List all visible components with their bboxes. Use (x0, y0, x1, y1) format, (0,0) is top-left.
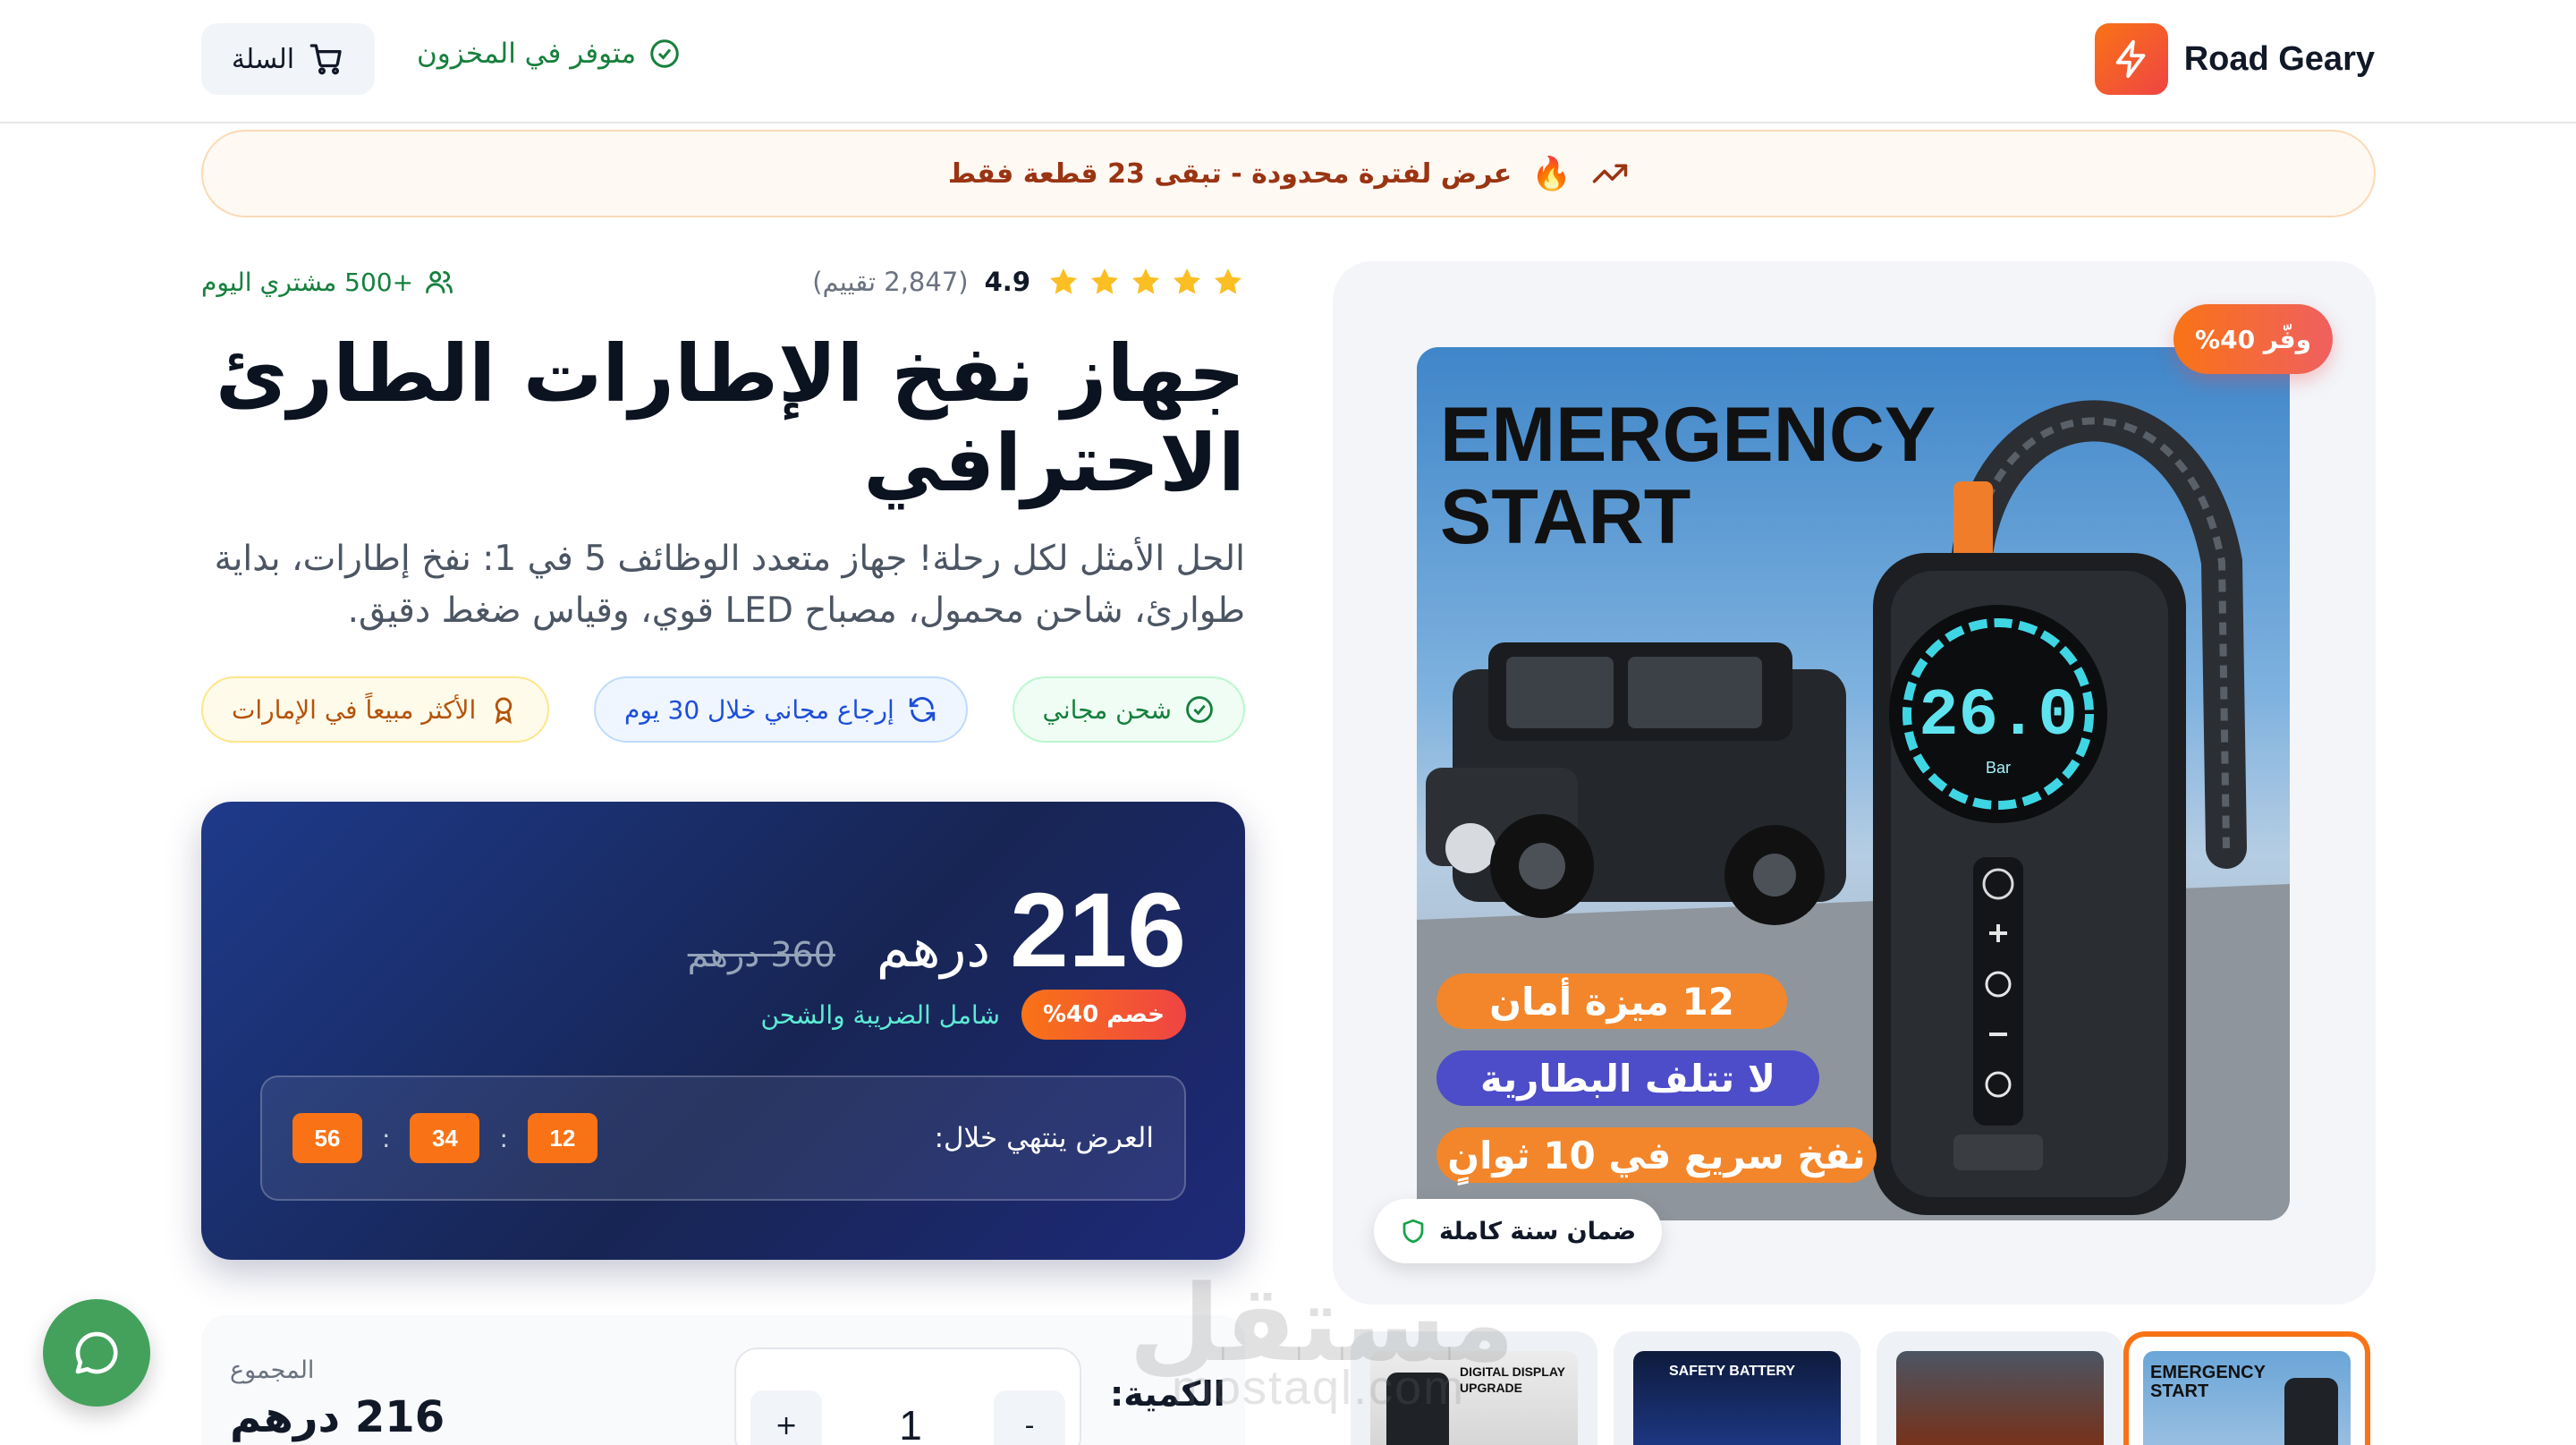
countdown-timer: 56 : 34 : 12 (292, 1113, 597, 1163)
badge-free-shipping: شحن مجاني (1012, 676, 1245, 743)
thumbnail-image: SAFETY BATTERY (1633, 1351, 1841, 1445)
cart-label: السلة (231, 43, 295, 75)
thumbnail-device (2284, 1378, 2338, 1445)
thumbnail-caption: EMERGENCY START (2150, 1364, 2266, 1401)
promo-banner: 🔥 عرض لفترة محدودة - تبقى 23 قطعة فقط (201, 130, 2376, 217)
feature-pill: لا تتلف البطارية (1436, 1050, 1819, 1106)
star-icon (1049, 268, 1078, 294)
tax-note: شامل الضريبة والشحن (760, 999, 1000, 1030)
total-value: 216 درهم (230, 1392, 445, 1442)
thumbnail-caption-line: EMERGENCY (2150, 1363, 2266, 1382)
thumbnail-1[interactable]: EMERGENCY START (2123, 1331, 2370, 1445)
users-icon (426, 270, 453, 293)
shield-icon (1402, 1219, 1424, 1244)
warranty-label: ضمان سنة كاملة (1438, 1217, 1637, 1245)
quantity-increase-button[interactable]: + (750, 1390, 822, 1445)
image-headline-line2: START (1440, 474, 1691, 560)
countdown-separator: : (382, 1123, 391, 1153)
feature-pill: 12 ميزة أمان (1436, 973, 1787, 1029)
star-rating (1046, 265, 1245, 299)
watermark-url: mostaql.com (1172, 1361, 1466, 1415)
rating-count[interactable]: (2,847 تقييم) (812, 267, 968, 297)
promo-text: عرض لفترة محدودة - تبقى 23 قطعة فقط (947, 157, 1513, 190)
check-circle-icon (650, 39, 679, 68)
fire-icon: 🔥 (1531, 156, 1572, 192)
cart-button[interactable]: السلة (201, 23, 375, 95)
cart-icon (309, 44, 342, 75)
badge-label: الأكثر مبيعاً في الإمارات (232, 694, 477, 725)
discount-badge: خصم 40% (1021, 990, 1186, 1040)
thumbnail-caption-line: START (2150, 1381, 2209, 1401)
badge-label: إرجاع مجاني خلال 30 يوم (624, 694, 894, 725)
buyers-today: +500 مشتري اليوم (201, 267, 454, 297)
image-headline: EMERGENCY START (1440, 394, 1936, 558)
star-icon (1090, 268, 1119, 294)
chat-button[interactable] (43, 1299, 150, 1407)
price-row: 216 درهم 360 درهم (688, 870, 1186, 991)
star-icon (1214, 268, 1242, 294)
badge-label: شحن مجاني (1042, 694, 1172, 725)
trust-badges: شحن مجاني إرجاع مجاني خلال 30 يوم الأكثر… (201, 676, 1245, 743)
star-icon (1173, 268, 1201, 294)
device-display-unit: Bar (1986, 759, 2011, 777)
award-icon (496, 697, 513, 725)
image-headline-line1: EMERGENCY (1440, 392, 1936, 478)
countdown-separator: : (499, 1123, 508, 1153)
price-currency: درهم (876, 917, 991, 980)
price-amount: 216 (1010, 871, 1186, 990)
price-card: 216 درهم 360 درهم خصم 40% شامل الضريبة و… (201, 802, 1245, 1260)
feature-pill: نفخ سريع في 10 ثوانٍ (1436, 1127, 1877, 1183)
quantity-decrease-button[interactable]: - (994, 1390, 1065, 1445)
countdown-hours: 12 (527, 1113, 597, 1163)
badge-free-returns: إرجاع مجاني خلال 30 يوم (594, 676, 968, 743)
stock-status: متوفر في المخزون (417, 38, 681, 70)
quantity-value[interactable]: 1 (870, 1401, 951, 1445)
countdown-seconds: 56 (292, 1113, 362, 1163)
rating: 4.9 (2,847 تقييم) (812, 265, 1245, 299)
zap-icon (2094, 23, 2168, 95)
device-display-value: 26.0 (1919, 679, 2078, 754)
countdown-minutes: 34 (410, 1113, 480, 1163)
trend-up-icon (1592, 164, 1628, 183)
chat-icon (75, 1331, 118, 1374)
thumbnail-caption-line: SAFETY BATTERY (1669, 1364, 1796, 1379)
save-badge: وفّر 40% (2174, 304, 2333, 374)
product-title: جهاز نفخ الإطارات الطارئ الاحترافي (215, 327, 1245, 509)
product-main-image[interactable]: 26.0 Bar EMERGENCY START 12 ميزة أمان لا… (1417, 347, 2290, 1220)
brand[interactable]: Road Geary (2094, 23, 2375, 95)
quantity-card: المجموع 216 درهم + 1 - الكمية: (201, 1315, 1245, 1445)
buyers-label: +500 مشتري اليوم (201, 267, 414, 297)
warranty-badge: ضمان سنة كاملة (1374, 1199, 1662, 1263)
total-label: المجموع (230, 1356, 315, 1384)
countdown-box: العرض ينتهي خلال: 56 : 34 : 12 (260, 1075, 1186, 1201)
quantity-stepper: + 1 - (734, 1347, 1081, 1445)
thumbnail-image: EMERGENCY START (2143, 1351, 2351, 1445)
price-sub-row: خصم 40% شامل الضريبة والشحن (760, 990, 1186, 1040)
check-circle-icon (1186, 696, 1213, 723)
star-icon (1131, 268, 1160, 294)
brand-name[interactable]: Road Geary (2184, 40, 2375, 79)
thumbnail-2[interactable] (1877, 1331, 2123, 1445)
rating-value: 4.9 (984, 267, 1030, 297)
site-header: Road Geary متوفر في المخزون السلة (0, 0, 2576, 123)
thumbnail-image (1896, 1351, 2104, 1445)
countdown-label: العرض ينتهي خلال: (934, 1122, 1154, 1154)
thumbnail-caption: SAFETY BATTERY (1669, 1364, 1795, 1380)
rating-row: 4.9 (2,847 تقييم) +500 مشتري اليوم (201, 259, 1245, 304)
badge-best-seller: الأكثر مبيعاً في الإمارات (201, 676, 550, 743)
suv-silhouette (1426, 642, 1846, 925)
refresh-icon (909, 697, 935, 722)
thumbnail-3[interactable]: SAFETY BATTERY (1614, 1331, 1860, 1445)
product-subtitle: الحل الأمثل لكل رحلة! جهاز متعدد الوظائف… (214, 539, 1245, 631)
old-price: 360 درهم (687, 935, 835, 974)
stock-label: متوفر في المخزون (417, 38, 637, 70)
